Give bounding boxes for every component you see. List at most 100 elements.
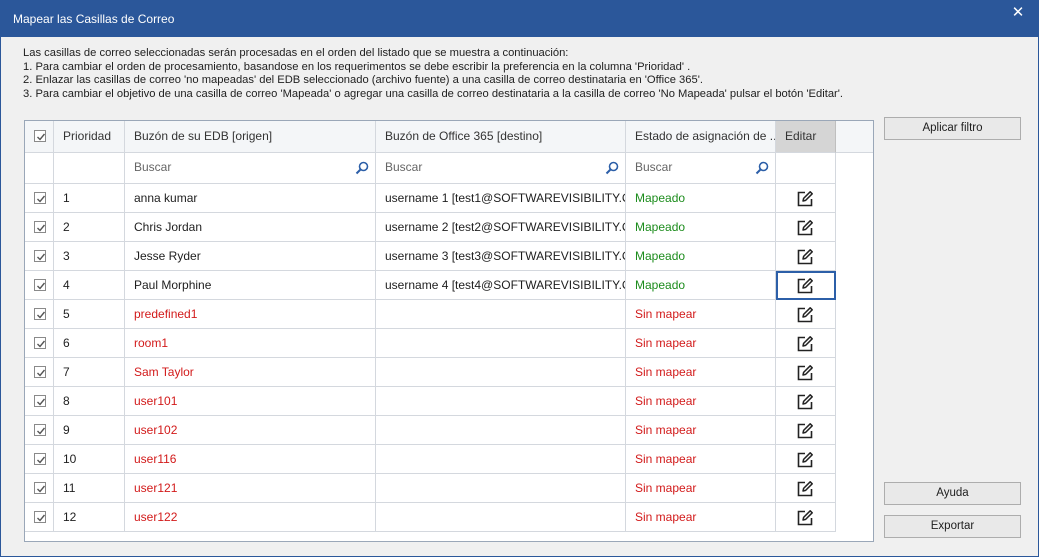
title-bar: Mapear las Casillas de Correo ✕ — [1, 1, 1038, 37]
edit-icon[interactable] — [796, 248, 814, 266]
row-checkbox[interactable] — [34, 395, 46, 407]
row-edit-cell[interactable] — [776, 358, 836, 387]
edit-icon[interactable] — [796, 190, 814, 208]
row-checkbox[interactable] — [34, 511, 46, 523]
row-checkbox[interactable] — [34, 337, 46, 349]
table-row[interactable]: 11 user121 Sin mapear — [25, 474, 873, 503]
table-row[interactable]: 1 anna kumar username 1 [test1@SOFTWAREVIS… — [25, 184, 873, 213]
row-destination-mailbox: username 2 [test2@SOFTWAREVISIBILITY.C..… — [376, 213, 626, 242]
row-destination-mailbox — [376, 300, 626, 329]
edit-icon[interactable] — [796, 335, 814, 353]
row-edit-cell[interactable] — [776, 213, 836, 242]
row-checkbox[interactable] — [34, 221, 46, 233]
row-edit-cell[interactable] — [776, 387, 836, 416]
destination-search-cell[interactable] — [376, 153, 626, 184]
row-priority[interactable]: 12 — [54, 503, 125, 532]
row-priority[interactable]: 5 — [54, 300, 125, 329]
row-priority[interactable]: 11 — [54, 474, 125, 503]
row-edit-cell[interactable] — [776, 474, 836, 503]
row-checkbox[interactable] — [34, 279, 46, 291]
row-checkbox[interactable] — [34, 366, 46, 378]
destination-search-input[interactable] — [385, 160, 595, 174]
status-search-input[interactable] — [635, 160, 745, 174]
apply-filter-button[interactable]: Aplicar filtro — [884, 117, 1021, 140]
table-row[interactable]: 7 Sam Taylor Sin mapear — [25, 358, 873, 387]
row-checkbox-cell[interactable] — [25, 213, 54, 242]
edit-icon[interactable] — [796, 422, 814, 440]
header-destination-mailbox[interactable]: Buzón de Office 365 [destino] — [376, 121, 626, 153]
table-row[interactable]: 4 Paul Morphine username 4 [test4@SOFTWARE… — [25, 271, 873, 300]
row-checkbox-cell[interactable] — [25, 445, 54, 474]
search-icon[interactable] — [755, 161, 769, 175]
edit-icon[interactable] — [796, 509, 814, 527]
table-row[interactable]: 6 room1 Sin mapear — [25, 329, 873, 358]
row-priority[interactable]: 2 — [54, 213, 125, 242]
row-priority[interactable]: 7 — [54, 358, 125, 387]
search-icon[interactable] — [605, 161, 619, 175]
row-destination-mailbox — [376, 358, 626, 387]
row-checkbox-cell[interactable] — [25, 358, 54, 387]
export-button[interactable]: Exportar — [884, 515, 1021, 538]
row-checkbox-cell[interactable] — [25, 329, 54, 358]
edit-icon[interactable] — [796, 393, 814, 411]
row-mapping-status: Mapeado — [626, 184, 776, 213]
row-edit-cell[interactable] — [776, 242, 836, 271]
row-checkbox-cell[interactable] — [25, 416, 54, 445]
header-edit[interactable]: Editar — [776, 121, 836, 153]
table-row[interactable]: 8 user101 Sin mapear — [25, 387, 873, 416]
header-source-mailbox[interactable]: Buzón de su EDB [origen] — [125, 121, 376, 153]
row-priority[interactable]: 8 — [54, 387, 125, 416]
search-icon[interactable] — [355, 161, 369, 175]
row-checkbox[interactable] — [34, 482, 46, 494]
row-priority[interactable]: 4 — [54, 271, 125, 300]
header-priority[interactable]: Prioridad — [54, 121, 125, 153]
row-checkbox[interactable] — [34, 250, 46, 262]
row-priority[interactable]: 1 — [54, 184, 125, 213]
row-priority[interactable]: 10 — [54, 445, 125, 474]
row-checkbox[interactable] — [34, 424, 46, 436]
table-row[interactable]: 2 Chris Jordan username 2 [test2@SOFTWAREV… — [25, 213, 873, 242]
row-checkbox[interactable] — [34, 308, 46, 320]
row-checkbox-cell[interactable] — [25, 503, 54, 532]
edit-icon[interactable] — [796, 306, 814, 324]
edit-icon[interactable] — [796, 451, 814, 469]
help-button[interactable]: Ayuda — [884, 482, 1021, 505]
row-checkbox[interactable] — [34, 453, 46, 465]
status-search-cell[interactable] — [626, 153, 776, 184]
row-mapping-status: Sin mapear — [626, 503, 776, 532]
row-checkbox-cell[interactable] — [25, 184, 54, 213]
row-edit-cell[interactable] — [776, 445, 836, 474]
source-search-input[interactable] — [134, 160, 344, 174]
edit-icon[interactable] — [796, 219, 814, 237]
close-icon[interactable]: ✕ — [1006, 3, 1030, 23]
row-checkbox-cell[interactable] — [25, 474, 54, 503]
row-edit-cell[interactable] — [776, 271, 836, 300]
table-row[interactable]: 5 predefined1 Sin mapear — [25, 300, 873, 329]
row-edit-cell[interactable] — [776, 300, 836, 329]
header-mapping-status[interactable]: Estado de asignación de ... — [626, 121, 776, 153]
row-priority[interactable]: 3 — [54, 242, 125, 271]
edit-icon[interactable] — [796, 277, 814, 295]
row-edit-cell[interactable] — [776, 329, 836, 358]
table-row[interactable]: 9 user102 Sin mapear — [25, 416, 873, 445]
row-edit-cell[interactable] — [776, 416, 836, 445]
row-checkbox-cell[interactable] — [25, 387, 54, 416]
edit-icon[interactable] — [796, 364, 814, 382]
source-search-cell[interactable] — [125, 153, 376, 184]
row-source-mailbox: user102 — [125, 416, 376, 445]
select-all-checkbox[interactable] — [34, 130, 46, 142]
edit-icon[interactable] — [796, 480, 814, 498]
table-row[interactable]: 3 Jesse Ryder username 3 [test3@SOFTWAREVI… — [25, 242, 873, 271]
row-edit-cell[interactable] — [776, 503, 836, 532]
select-all-cell[interactable] — [25, 121, 54, 153]
row-checkbox-cell[interactable] — [25, 242, 54, 271]
row-checkbox-cell[interactable] — [25, 271, 54, 300]
row-checkbox-cell[interactable] — [25, 300, 54, 329]
row-edit-cell[interactable] — [776, 184, 836, 213]
row-checkbox[interactable] — [34, 192, 46, 204]
row-mapping-status: Sin mapear — [626, 445, 776, 474]
row-priority[interactable]: 9 — [54, 416, 125, 445]
table-row[interactable]: 10 user116 Sin mapear — [25, 445, 873, 474]
table-row[interactable]: 12 user122 Sin mapear — [25, 503, 873, 532]
row-priority[interactable]: 6 — [54, 329, 125, 358]
